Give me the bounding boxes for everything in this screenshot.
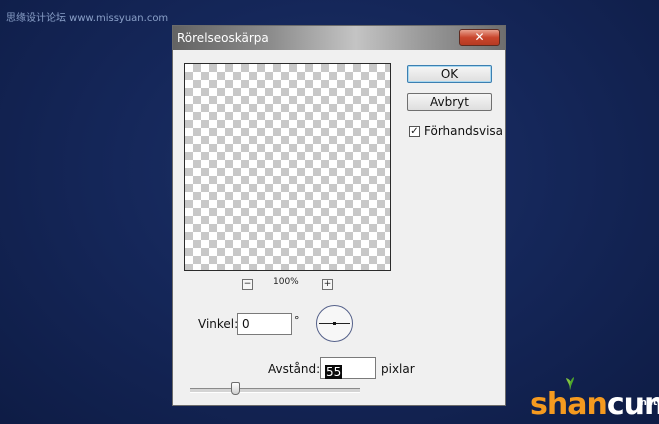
angle-input[interactable]: 0	[237, 313, 292, 335]
title-bar[interactable]: Rörelseoskärpa ✕	[173, 26, 505, 50]
angle-dial-center	[333, 322, 336, 325]
preview-checkbox[interactable]: ✓	[409, 126, 420, 137]
dialog-title: Rörelseoskärpa	[177, 31, 269, 45]
distance-value-selected: 55	[325, 365, 343, 379]
motion-blur-dialog: Rörelseoskärpa ✕ − 100% + OK Avbryt ✓ Fö…	[172, 25, 506, 406]
close-icon: ✕	[474, 30, 485, 44]
checkmark-icon: ✓	[410, 126, 419, 137]
close-button[interactable]: ✕	[459, 29, 500, 46]
zoom-in-icon: +	[323, 279, 332, 289]
cancel-button[interactable]: Avbryt	[407, 93, 492, 111]
degree-unit: °	[294, 314, 300, 327]
distance-label: Avstånd:	[268, 362, 321, 376]
angle-dial-icon[interactable]	[316, 305, 353, 342]
logo-text-net: .net	[637, 398, 658, 408]
leaf-icon	[566, 377, 574, 390]
distance-slider-thumb[interactable]	[231, 382, 241, 395]
zoom-out-button[interactable]: −	[242, 279, 253, 290]
watermark-text: 思缘设计论坛 www.missyuan.com	[6, 13, 169, 24]
logo-text-shan: shan	[530, 387, 608, 422]
preview-canvas[interactable]	[184, 63, 391, 271]
ok-button[interactable]: OK	[407, 65, 492, 83]
site-logo: shancun .net	[530, 377, 659, 422]
distance-slider-track[interactable]	[190, 388, 360, 393]
zoom-out-icon: −	[243, 279, 252, 289]
zoom-level: 100%	[273, 277, 299, 287]
preview-checkbox-label[interactable]: Förhandsvisa	[424, 124, 503, 138]
distance-unit: pixlar	[381, 362, 415, 376]
angle-label: Vinkel:	[198, 317, 239, 331]
zoom-in-button[interactable]: +	[322, 279, 333, 290]
distance-input[interactable]: 55	[320, 357, 376, 379]
